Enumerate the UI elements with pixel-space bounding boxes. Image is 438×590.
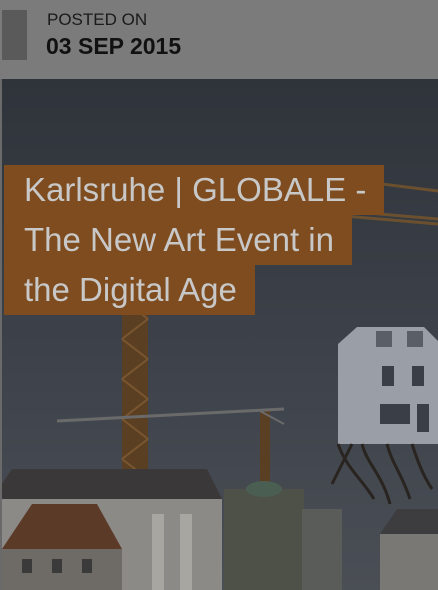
post-title-line[interactable]: the Digital Age	[4, 265, 255, 315]
post-title[interactable]: Karlsruhe | GLOBALE - The New Art Event …	[4, 165, 385, 315]
post-title-line[interactable]: The New Art Event in	[4, 215, 352, 265]
date-accent-bar	[2, 10, 27, 60]
posted-date: 03 SEP 2015	[46, 33, 182, 59]
featured-photo-illustration	[2, 79, 438, 590]
post-meta-header: POSTED ON 03 SEP 2015	[0, 0, 438, 79]
featured-image[interactable]: Karlsruhe | GLOBALE - The New Art Event …	[2, 79, 438, 590]
posted-on-label: POSTED ON	[47, 10, 148, 29]
post-title-line[interactable]: Karlsruhe | GLOBALE -	[4, 165, 385, 215]
